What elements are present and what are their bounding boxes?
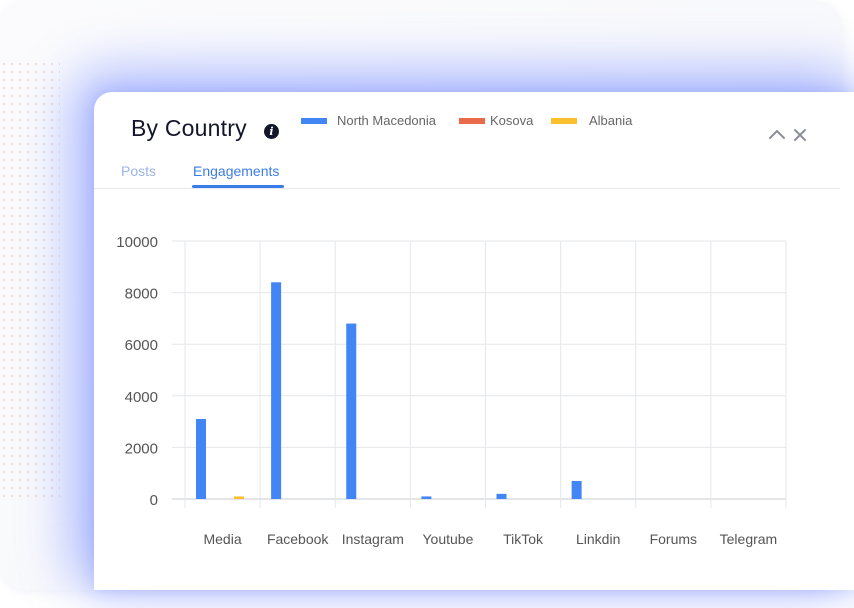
legend-label-albania[interactable]: Albania xyxy=(589,113,632,128)
legend-label-north-macedonia[interactable]: North Macedonia xyxy=(337,113,436,128)
by-country-widget: By Country i Posts Engagements xyxy=(94,92,854,590)
widget-title: By Country xyxy=(131,115,247,141)
active-tab-indicator xyxy=(192,185,284,188)
legend-swatch-albania xyxy=(551,118,577,124)
dot-pattern xyxy=(0,60,60,500)
info-icon[interactable]: i xyxy=(264,124,279,139)
tab-engagements[interactable]: Engagements xyxy=(193,163,279,179)
tab-bar: Posts Engagements xyxy=(94,154,840,189)
chevron-up-icon xyxy=(769,130,785,139)
legend-swatch-kosova xyxy=(459,118,485,124)
legend-swatch-north-macedonia xyxy=(301,118,327,124)
close-button[interactable] xyxy=(791,126,809,144)
close-icon xyxy=(794,129,806,141)
collapse-button[interactable] xyxy=(768,126,786,144)
legend-label-kosova[interactable]: Kosova xyxy=(490,113,533,128)
tab-posts[interactable]: Posts xyxy=(121,163,156,179)
